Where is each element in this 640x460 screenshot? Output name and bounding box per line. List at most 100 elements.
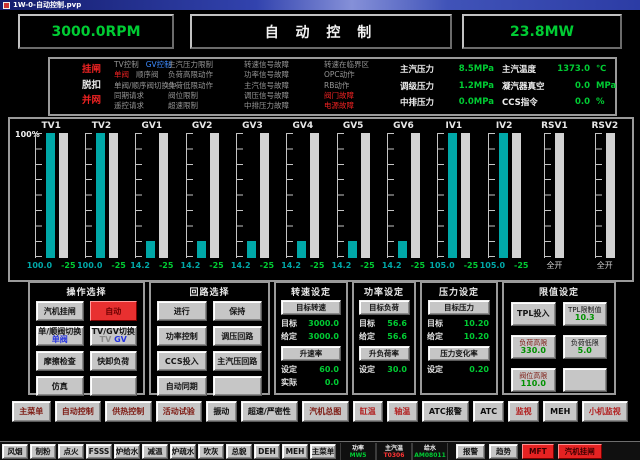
- limit-button-3[interactable]: 负荷低限5.0: [563, 335, 608, 359]
- loop-select-button-0[interactable]: 进行: [157, 301, 207, 321]
- valve-label: RSV2: [591, 121, 618, 133]
- measurement-row: 主汽温度1373.0℃: [502, 61, 616, 78]
- op-blank-button[interactable]: [90, 376, 138, 396]
- scale-ticks: [544, 133, 551, 258]
- friction-check-button[interactable]: 摩擦检查: [36, 351, 84, 371]
- measurement-label: 凝汽器真空: [502, 80, 556, 92]
- taskbar-button-3[interactable]: FSSS: [86, 444, 112, 459]
- taskbar-right-button-2[interactable]: MFT: [522, 444, 554, 459]
- turbine-latch-button[interactable]: 汽机挂闸: [36, 301, 84, 321]
- loop-select-button-3[interactable]: 调压回路: [213, 326, 263, 346]
- loop-select-button-5[interactable]: 主汽压回路: [213, 351, 263, 371]
- setpoint-label: 实际: [281, 377, 309, 388]
- nav-button-12[interactable]: MEH: [543, 401, 578, 422]
- loop-select-button-1[interactable]: 保持: [213, 301, 263, 321]
- fast-unload-button[interactable]: 快卸负荷: [90, 351, 138, 371]
- valve-bars: [488, 133, 521, 258]
- actual-value: 105.0: [429, 261, 454, 270]
- power-setting-target-button[interactable]: 目标负荷: [359, 300, 410, 315]
- nav-button-4[interactable]: 振动: [206, 401, 237, 422]
- loop-select-button-6[interactable]: 自动同期: [157, 376, 207, 396]
- limit-button-4[interactable]: 阀位高限110.0: [511, 368, 556, 392]
- fault-indicator: 中排压力故障: [244, 101, 289, 111]
- measurement-label: CCS指令: [502, 96, 556, 108]
- nav-button-8[interactable]: 轴温: [387, 401, 418, 422]
- nav-button-9[interactable]: ATC报警: [422, 401, 469, 422]
- tv-gv-switch-button[interactable]: TV/GV切换 TV GV: [90, 326, 138, 346]
- limit-button-2[interactable]: 负荷高限330.0: [511, 335, 556, 359]
- taskbar-button-9[interactable]: DEH: [254, 444, 280, 459]
- valve-bars: [85, 133, 118, 258]
- actual-value: 100.0: [27, 261, 52, 270]
- taskbar-right-button-0[interactable]: 报警: [456, 444, 485, 459]
- taskbar-button-7[interactable]: 吹灰: [198, 444, 224, 459]
- taskbar-button-2[interactable]: 点火: [58, 444, 84, 459]
- limit-value: 5.0: [578, 347, 592, 356]
- nav-button-6[interactable]: 汽机总图: [302, 401, 349, 422]
- taskbar-right-button-1[interactable]: 趋势: [489, 444, 518, 459]
- nav-button-1[interactable]: 自动控制: [55, 401, 102, 422]
- demand-value: -25: [310, 261, 324, 270]
- auto-button[interactable]: 自动: [90, 301, 138, 321]
- setpoint-label: 给定: [359, 331, 387, 342]
- valve-bars: [236, 133, 269, 258]
- nav-button-13[interactable]: 小机监视: [582, 401, 629, 422]
- setpoint-label: 目标: [281, 318, 308, 329]
- taskbar-readout-2: 给水AM08011: [412, 443, 448, 460]
- measurement-label: 调级压力: [400, 80, 450, 92]
- taskbar-right-button-3[interactable]: 汽机挂闸: [558, 444, 602, 459]
- pressure-setting-rate-button[interactable]: 压力变化率: [428, 346, 491, 361]
- nav-button-10[interactable]: ATC: [473, 401, 504, 422]
- actual-value: 14.2: [332, 261, 352, 270]
- single-seq-valve-switch-button[interactable]: 单/顺阀切换 单阀: [36, 326, 84, 346]
- taskbar-button-4[interactable]: 炉给水: [114, 444, 140, 459]
- taskbar-button-5[interactable]: 减温: [142, 444, 168, 459]
- taskbar-button-1[interactable]: 制粉: [30, 444, 56, 459]
- setpoint-row: 设定60.0: [281, 363, 341, 376]
- taskbar-button-0[interactable]: 风烟: [2, 444, 28, 459]
- loop-select-title: 回路选择: [151, 285, 268, 297]
- setpoint-value: 56.6: [387, 332, 409, 341]
- nav-button-11[interactable]: 监视: [508, 401, 539, 422]
- power-setting-rate-button[interactable]: 升负荷率: [359, 346, 410, 361]
- valve-label: GV5: [343, 121, 364, 133]
- taskbar-button-8[interactable]: 总貌: [226, 444, 252, 459]
- panel-pressure-setting: 压力设定目标压力目标10.20给定10.20压力变化率设定0.20: [420, 281, 498, 395]
- nav-button-5[interactable]: 超速/严密性: [241, 401, 298, 422]
- valve-label: IV2: [496, 121, 513, 133]
- pressure-setting-target-button[interactable]: 目标压力: [428, 300, 491, 315]
- loop-select-button-2[interactable]: 功率控制: [157, 326, 207, 346]
- limit-indicator: 负荷高限动作: [168, 70, 213, 80]
- limit-blank-button[interactable]: [563, 368, 608, 392]
- taskbar-button-10[interactable]: MEH: [282, 444, 308, 459]
- demand-bar: [159, 133, 168, 258]
- actual-value: 100.0: [77, 261, 102, 270]
- demand-bar: [260, 133, 269, 258]
- valve-values: 100.0-25: [77, 258, 126, 272]
- demand-value: -25: [360, 261, 374, 270]
- valve-values: 14.2-25: [181, 258, 224, 272]
- demand-bar: [210, 133, 219, 258]
- taskbar-button-11[interactable]: 主菜单: [310, 444, 336, 459]
- loop-select-button-4[interactable]: CCS投入: [157, 351, 207, 371]
- actual-value: 14.2: [281, 261, 301, 270]
- nav-button-2[interactable]: 供热控制: [105, 401, 152, 422]
- tpl-engage-button[interactable]: TPL投入: [511, 302, 556, 326]
- measurement-unit: %: [596, 97, 605, 107]
- tvgv-state: TV GV: [100, 336, 127, 344]
- valve-group-gv4: GV414.2-25: [278, 121, 328, 278]
- nav-button-3[interactable]: 活动试验: [156, 401, 203, 422]
- speed-setting-rate-button[interactable]: 升速率: [281, 346, 341, 361]
- simulation-button[interactable]: 仿真: [36, 376, 84, 396]
- limit-button-1[interactable]: TPL限制值10.3: [563, 302, 608, 326]
- taskbar-button-6[interactable]: 炉疏水: [170, 444, 196, 459]
- measurement-unit: MPa: [596, 81, 616, 91]
- setpoint-row: 给定3000.0: [281, 330, 341, 343]
- event-indicator: RB动作: [324, 81, 369, 91]
- speed-setting-target-button[interactable]: 目标转速: [281, 300, 341, 315]
- nav-button-7[interactable]: 缸温: [353, 401, 384, 422]
- loop-blank-button[interactable]: [213, 376, 263, 396]
- limit-indicator: 阀位限制: [168, 91, 213, 101]
- nav-button-0[interactable]: 主菜单: [12, 401, 51, 422]
- scale-ticks: [236, 133, 243, 258]
